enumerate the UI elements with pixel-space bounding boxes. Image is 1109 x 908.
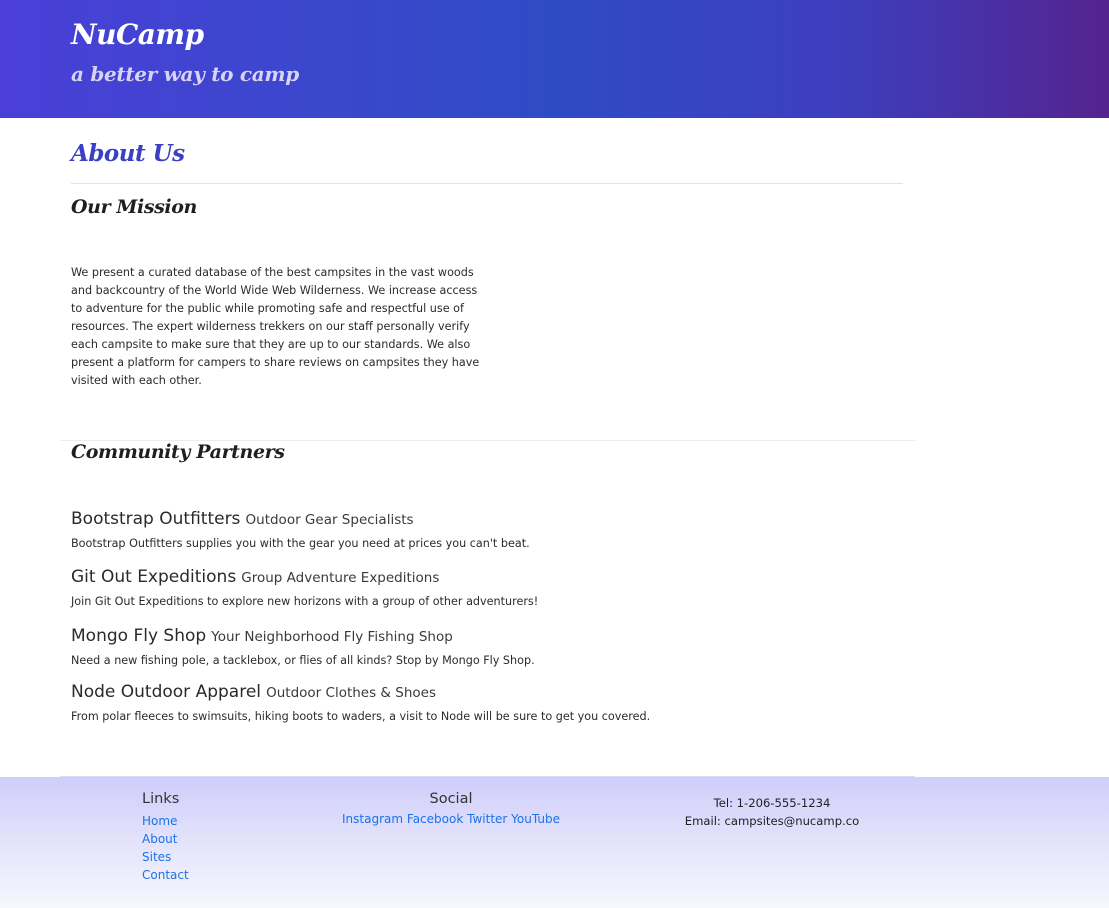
partner-subtitle: Outdoor Clothes & Shoes xyxy=(266,685,436,701)
footer-link-home[interactable]: Home xyxy=(142,812,189,830)
footer-link-about[interactable]: About xyxy=(142,830,189,848)
footer-links-heading: Links xyxy=(142,791,180,807)
mission-text: We present a curated database of the bes… xyxy=(71,266,480,387)
partner-description: Bootstrap Outfitters supplies you with t… xyxy=(71,537,530,550)
partner-description: From polar fleeces to swimsuits, hiking … xyxy=(71,710,651,723)
footer-social-heading: Social xyxy=(429,791,473,807)
brand-title[interactable]: NuCamp xyxy=(71,18,204,51)
divider xyxy=(71,183,903,184)
partner-git-out-expeditions: Git Out Expeditions Group Adventure Expe… xyxy=(71,565,891,608)
social-link-facebook[interactable]: Facebook xyxy=(407,812,463,826)
partner-subtitle: Group Adventure Expeditions xyxy=(241,570,440,586)
mission-heading: Our Mission xyxy=(71,196,197,218)
footer-social-section: Social Instagram Facebook Twitter YouTub… xyxy=(300,791,602,826)
social-links: Instagram Facebook Twitter YouTube xyxy=(300,812,602,826)
footer-links-section: Links Home About Sites Contact xyxy=(142,791,189,884)
partner-name: Mongo Fly Shop xyxy=(71,626,207,646)
site-header: NuCamp a better way to camp xyxy=(0,0,1109,118)
partners-heading: Community Partners xyxy=(71,441,285,463)
footer-contact-section: Tel: 1-206-555-1234 Email: campsites@nuc… xyxy=(640,794,904,830)
partner-subtitle: Your Neighborhood Fly Fishing Shop xyxy=(211,629,453,645)
footer-link-contact[interactable]: Contact xyxy=(142,866,189,884)
partner-name: Git Out Expeditions xyxy=(71,567,237,587)
partner-name: Node Outdoor Apparel xyxy=(71,682,262,702)
partner-description: Join Git Out Expeditions to explore new … xyxy=(71,595,539,608)
contact-email[interactable]: Email: campsites@nucamp.co xyxy=(640,812,904,830)
site-footer: Links Home About Sites Contact Social In… xyxy=(0,777,1109,908)
contact-phone[interactable]: Tel: 1-206-555-1234 xyxy=(640,794,904,812)
partner-bootstrap-outfitters: Bootstrap Outfitters Outdoor Gear Specia… xyxy=(71,507,891,550)
social-link-instagram[interactable]: Instagram xyxy=(342,812,403,826)
footer-link-sites[interactable]: Sites xyxy=(142,848,189,866)
partner-node-outdoor-apparel: Node Outdoor Apparel Outdoor Clothes & S… xyxy=(71,680,891,723)
page-title: About Us xyxy=(71,140,185,167)
social-link-twitter[interactable]: Twitter xyxy=(467,812,507,826)
partner-description: Need a new fishing pole, a tacklebox, or… xyxy=(71,654,535,667)
partner-mongo-fly-shop: Mongo Fly Shop Your Neighborhood Fly Fis… xyxy=(71,624,891,667)
brand-tagline: a better way to camp xyxy=(71,62,299,86)
partner-name: Bootstrap Outfitters xyxy=(71,509,241,529)
partner-subtitle: Outdoor Gear Specialists xyxy=(245,512,414,528)
social-link-youtube[interactable]: YouTube xyxy=(511,812,560,826)
